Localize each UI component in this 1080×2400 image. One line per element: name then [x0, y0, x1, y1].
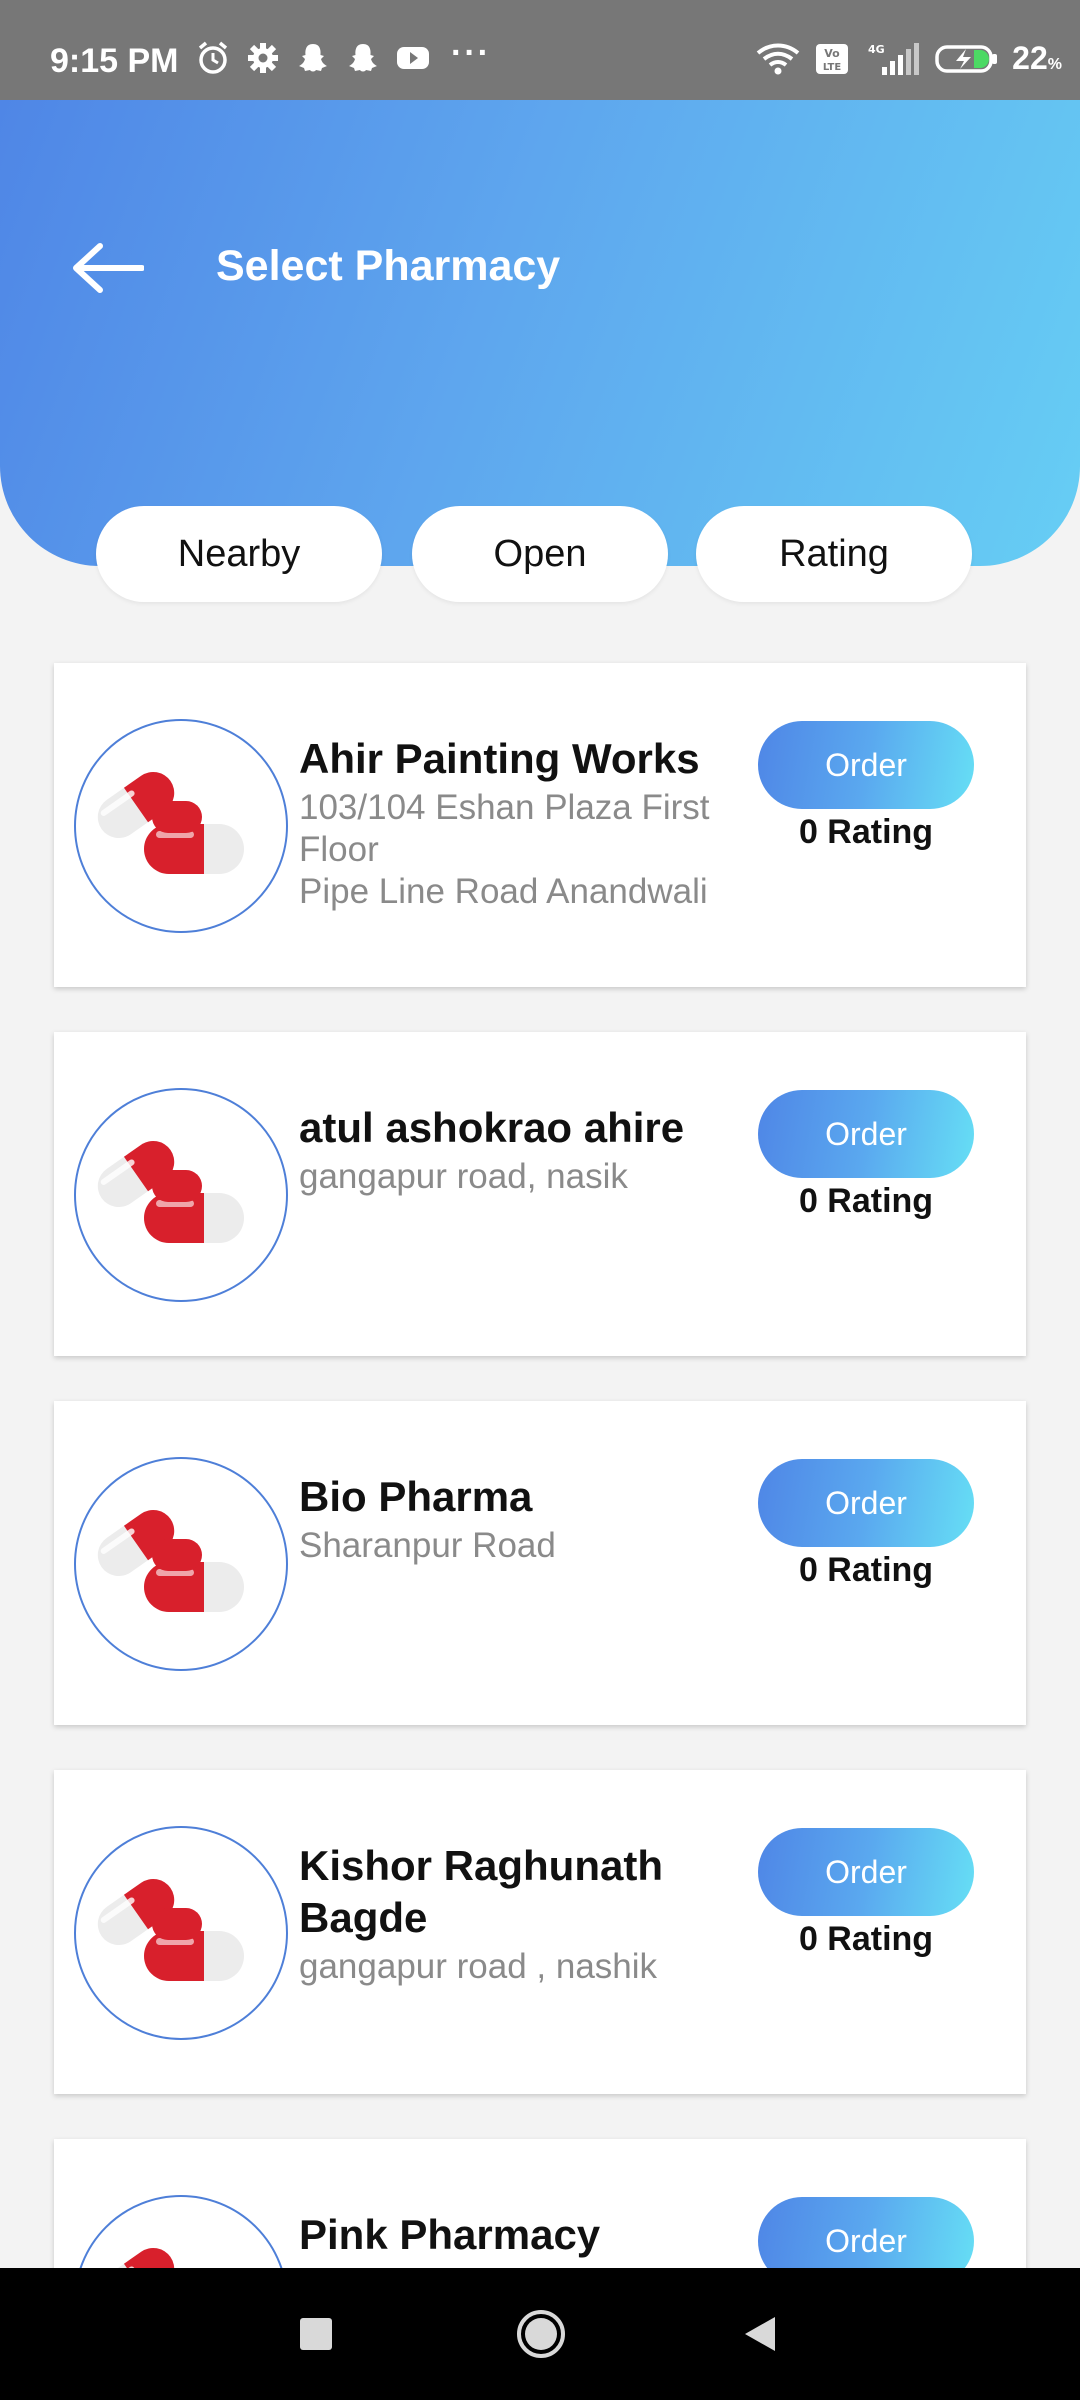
header: Select Pharmacy: [0, 100, 1080, 566]
wifi-icon: [756, 43, 800, 74]
pills-icon: [97, 771, 244, 874]
gear-icon: [248, 43, 278, 73]
pharmacy-name: Pink Pharmacy: [299, 2211, 601, 2258]
battery-percent: 22%: [1012, 40, 1062, 76]
order-button[interactable]: Order: [758, 721, 974, 809]
system-nav-bar: [0, 2268, 1080, 2400]
status-time: 9:15 PM: [50, 42, 179, 80]
filter-open-button[interactable]: Open: [412, 506, 668, 602]
snapchat-icon: [299, 44, 327, 72]
volte-icon: Vo LTE: [816, 43, 849, 74]
arrow-left-icon: [73, 243, 144, 293]
back-button[interactable]: [70, 238, 144, 298]
pharmacy-avatar: [74, 1457, 288, 1671]
rating-text: 0 Rating: [798, 1551, 934, 1589]
pharmacy-name: Ahir Painting Works: [299, 735, 700, 782]
snapchat-icon: [349, 44, 377, 72]
status-bar: 9:15 PM ··· Vo LTE 4G 22%: [0, 0, 1080, 100]
status-system-icons: Vo LTE 4G 22%: [754, 40, 1062, 77]
pharmacy-card[interactable]: Ahir Painting Works 103/104 Eshan Plaza …: [54, 663, 1026, 987]
more-notifications: ···: [451, 33, 491, 72]
pharmacy-info: Pink Pharmacy: [299, 2209, 759, 2263]
pharmacy-avatar: [74, 1088, 288, 1302]
svg-text:4G: 4G: [868, 43, 885, 56]
battery-icon: [935, 44, 998, 73]
pharmacy-address: 103/104 Eshan Plaza First Floor Pipe Lin…: [299, 788, 710, 911]
signal-icon: 4G: [868, 42, 920, 75]
order-button[interactable]: Order: [758, 1828, 974, 1916]
app-screen: 9:15 PM ··· Vo LTE 4G 22% Select Pharmac…: [0, 0, 1080, 2400]
pharmacy-avatar: [74, 1826, 288, 2040]
pharmacy-name: Bio Pharma: [299, 1473, 533, 1520]
pharmacy-card[interactable]: Bio Pharma Sharanpur Road Order 0 Rating: [54, 1401, 1026, 1725]
home-circle-icon: [517, 2310, 565, 2358]
recents-square-icon: [300, 2318, 332, 2350]
pills-icon: [97, 2247, 175, 2268]
rating-text: 0 Rating: [798, 813, 934, 851]
rating-text: 0 Rating: [798, 1182, 934, 1220]
order-button[interactable]: Order: [758, 1459, 974, 1547]
pharmacy-info: Kishor Raghunath Bagde gangapur road , n…: [299, 1840, 759, 1988]
alarm-icon: [198, 41, 228, 74]
pharmacy-card[interactable]: atul ashokrao ahire gangapur road, nasik…: [54, 1032, 1026, 1356]
pharmacy-name: atul ashokrao ahire: [299, 1104, 685, 1151]
page-title: Select Pharmacy: [216, 242, 561, 290]
youtube-icon: [397, 47, 429, 69]
svg-text:LTE: LTE: [823, 62, 842, 73]
pharmacy-avatar: [74, 719, 288, 933]
pharmacy-card[interactable]: Kishor Raghunath Bagde gangapur road , n…: [54, 1770, 1026, 2094]
order-button[interactable]: Order: [758, 1090, 974, 1178]
nav-back-button[interactable]: [725, 2268, 797, 2400]
rating-text: 0 Rating: [798, 1920, 934, 1958]
pharmacy-name: Kishor Raghunath Bagde: [299, 1842, 663, 1941]
status-notification-icons: ···: [195, 34, 491, 76]
pharmacy-info: atul ashokrao ahire gangapur road, nasik: [299, 1102, 759, 1198]
svg-text:Vo: Vo: [824, 47, 840, 60]
pharmacy-avatar: [74, 2195, 288, 2268]
pharmacy-card[interactable]: Pink Pharmacy Order: [54, 2139, 1026, 2268]
pills-icon: [97, 1140, 244, 1243]
back-triangle-icon: [745, 2317, 775, 2351]
pharmacy-info: Ahir Painting Works 103/104 Eshan Plaza …: [299, 733, 759, 913]
pharmacy-list[interactable]: Ahir Painting Works 103/104 Eshan Plaza …: [0, 600, 1080, 2268]
pharmacy-address: gangapur road, nasik: [299, 1157, 628, 1196]
home-button[interactable]: [505, 2268, 577, 2400]
order-button[interactable]: Order: [758, 2197, 974, 2268]
pills-icon: [97, 1878, 244, 1981]
filter-rating-button[interactable]: Rating: [696, 506, 972, 602]
pharmacy-info: Bio Pharma Sharanpur Road: [299, 1471, 759, 1567]
pharmacy-address: Sharanpur Road: [299, 1526, 556, 1565]
pills-icon: [97, 1509, 244, 1612]
recents-button[interactable]: [280, 2268, 352, 2400]
pharmacy-address: gangapur road , nashik: [299, 1947, 658, 1986]
filter-nearby-button[interactable]: Nearby: [96, 506, 382, 602]
